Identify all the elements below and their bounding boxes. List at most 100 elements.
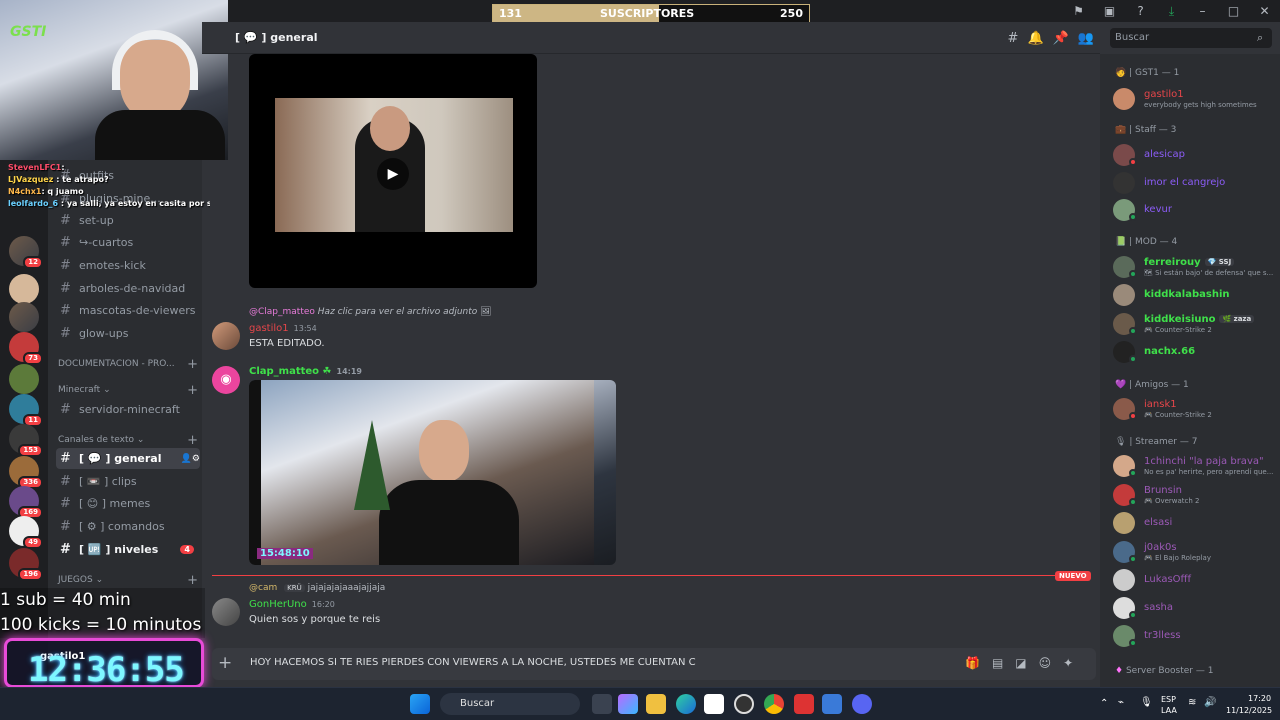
mic-icon[interactable]: 🎙: [1140, 697, 1153, 708]
channel-servidor[interactable]: # servidor-minecraft: [56, 399, 200, 420]
category-minecraft[interactable]: Minecraft ⌄ +: [58, 382, 198, 398]
channel-comandos[interactable]: # [ ⚙ ] comandos: [56, 516, 200, 537]
apps-icon[interactable]: ✦: [1063, 656, 1073, 670]
taskview-icon[interactable]: [592, 694, 612, 714]
message-author[interactable]: gastilo1 13:54: [249, 323, 317, 334]
message-input[interactable]: HOY HACEMOS SI TE RIES PIERDES CON VIEWE…: [250, 657, 696, 668]
chevron-up-icon[interactable]: ⌃: [1100, 698, 1108, 709]
channel-cuartos[interactable]: # ↪-cuartos: [56, 232, 200, 253]
server-icon[interactable]: [9, 274, 39, 304]
category-juegos[interactable]: JUEGOS ⌄ +: [58, 572, 198, 588]
attach-plus-icon[interactable]: +: [218, 653, 234, 673]
channel-niveles[interactable]: # [ 🆙 ] niveles 4: [56, 539, 200, 560]
invite-icon[interactable]: 👤⚙: [181, 454, 200, 464]
message-author[interactable]: Clap_matteo ☘ 14:19: [249, 366, 362, 377]
member-item[interactable]: iansk1 🎮 Counter-Strike 2: [1113, 396, 1278, 422]
sticker-icon[interactable]: ◪: [1015, 656, 1026, 670]
member-item[interactable]: tr3lless: [1113, 623, 1278, 649]
channel-arboles[interactable]: # arboles-de-navidad: [56, 278, 200, 299]
keyboard-layout[interactable]: LAA: [1161, 706, 1177, 715]
server-icon[interactable]: 11: [9, 394, 43, 427]
category-documentacion[interactable]: DOCUMENTACION - PRO... +: [58, 356, 198, 372]
taskbar-search[interactable]: Buscar: [440, 693, 580, 715]
member-item[interactable]: kiddkeisiuno 🌿 zaza 🎮 Counter-Strike 2: [1113, 311, 1278, 337]
language-indicator[interactable]: ESP: [1161, 695, 1176, 704]
help-icon[interactable]: ?: [1125, 0, 1156, 22]
member-item[interactable]: alesicap: [1113, 142, 1278, 168]
copilot-icon[interactable]: [618, 694, 638, 714]
gift-icon[interactable]: 🎁: [965, 656, 980, 670]
server-icon[interactable]: 12: [9, 236, 43, 269]
speaker-icon[interactable]: 🔊: [1204, 697, 1216, 708]
channel-emotes[interactable]: # emotes-kick: [56, 255, 200, 276]
member-item[interactable]: imor el cangrejo: [1113, 170, 1278, 196]
server-icon[interactable]: 169: [9, 486, 43, 519]
member-item[interactable]: Brunsin 🎮 Overwatch 2: [1113, 482, 1278, 508]
message-author[interactable]: GonHerUno 16:20: [249, 599, 335, 610]
chrome-icon[interactable]: [764, 694, 784, 714]
play-icon[interactable]: ▶: [377, 158, 409, 190]
channel-memes[interactable]: # [ 😊 ] memes: [56, 493, 200, 514]
member-item[interactable]: kiddkalabashin: [1113, 282, 1278, 308]
obs-icon[interactable]: [734, 694, 754, 714]
app-icon[interactable]: [822, 694, 842, 714]
server-icon[interactable]: 196: [9, 548, 43, 581]
add-channel-icon[interactable]: +: [187, 383, 198, 398]
channel-label: [ 😊 ] memes: [79, 497, 151, 510]
channel-glowups[interactable]: # glow-ups: [56, 323, 200, 344]
store-icon[interactable]: [704, 694, 724, 714]
clock-time[interactable]: 17:20: [1248, 694, 1271, 703]
screen-icon[interactable]: ▣: [1094, 0, 1125, 22]
channel-general[interactable]: # [ 💬 ] general 👤⚙: [56, 448, 200, 469]
app-icon[interactable]: [794, 694, 814, 714]
server-icon[interactable]: 73: [9, 332, 43, 365]
windows-start-icon[interactable]: [410, 694, 430, 714]
close-icon[interactable]: ✕: [1249, 0, 1280, 22]
member-item[interactable]: elsasi: [1113, 510, 1278, 536]
inbox-icon[interactable]: ⚑: [1063, 0, 1094, 22]
reply-preview[interactable]: @Clap_matteo Haz clic para ver el archiv…: [249, 307, 492, 317]
members-icon[interactable]: 👥: [1078, 31, 1094, 46]
member-item[interactable]: 1chinchi "la paja brava" No es pa' herirt…: [1113, 453, 1278, 479]
server-icon[interactable]: 49: [9, 516, 43, 549]
member-item[interactable]: ferreirouy 💎 SSJ 🗺 Si están bajo' de defen…: [1113, 254, 1278, 280]
avatar[interactable]: [212, 322, 240, 350]
member-item[interactable]: kevur: [1113, 197, 1278, 223]
member-item[interactable]: j0ak0s 🎮 El Bajo Roleplay: [1113, 539, 1278, 565]
channel-clips[interactable]: # [ 📼 ] clips: [56, 471, 200, 492]
search-input[interactable]: Buscar: [1110, 28, 1272, 48]
edge-icon[interactable]: [676, 694, 696, 714]
maximize-icon[interactable]: □: [1218, 0, 1249, 22]
member-item[interactable]: nachx.66: [1113, 339, 1278, 365]
avatar[interactable]: ◉: [212, 366, 240, 394]
discord-icon[interactable]: [852, 694, 872, 714]
add-channel-icon[interactable]: +: [187, 573, 198, 588]
member-item[interactable]: LukasOfff: [1113, 567, 1278, 593]
channel-mascotas[interactable]: # mascotas-de-viewers: [56, 300, 200, 321]
reply-preview[interactable]: @cam KRÜ jajajajajaaajajjaja: [249, 583, 385, 593]
search-icon[interactable]: ⌕: [1257, 31, 1263, 45]
member-item[interactable]: gastilo1 everybody gets high sometimes: [1113, 86, 1278, 112]
video-attachment[interactable]: ▶: [249, 54, 537, 288]
gif-icon[interactable]: ▤: [992, 656, 1003, 670]
category-canales[interactable]: Canales de texto ⌄ +: [58, 432, 198, 448]
server-icon[interactable]: 336: [9, 456, 43, 489]
add-channel-icon[interactable]: +: [187, 433, 198, 448]
threads-icon[interactable]: #: [1008, 31, 1019, 46]
pin-icon[interactable]: 📌: [1053, 31, 1069, 46]
minimize-icon[interactable]: –: [1187, 0, 1218, 22]
add-channel-icon[interactable]: +: [187, 357, 198, 372]
server-icon[interactable]: [9, 302, 39, 332]
image-attachment[interactable]: 15:48:10: [249, 380, 616, 565]
server-icon[interactable]: 153: [9, 424, 43, 457]
member-item[interactable]: sasha: [1113, 595, 1278, 621]
download-icon[interactable]: ⤓: [1156, 0, 1187, 22]
network-icon[interactable]: ⌁: [1118, 697, 1124, 708]
clock-date[interactable]: 11/12/2025: [1226, 706, 1272, 715]
avatar[interactable]: [212, 598, 240, 626]
bell-icon[interactable]: 🔔: [1027, 31, 1043, 46]
folder-icon[interactable]: [646, 694, 666, 714]
emoji-icon[interactable]: ☺: [1039, 656, 1052, 670]
server-icon[interactable]: [9, 364, 39, 394]
wifi-icon[interactable]: ≋: [1188, 697, 1196, 708]
